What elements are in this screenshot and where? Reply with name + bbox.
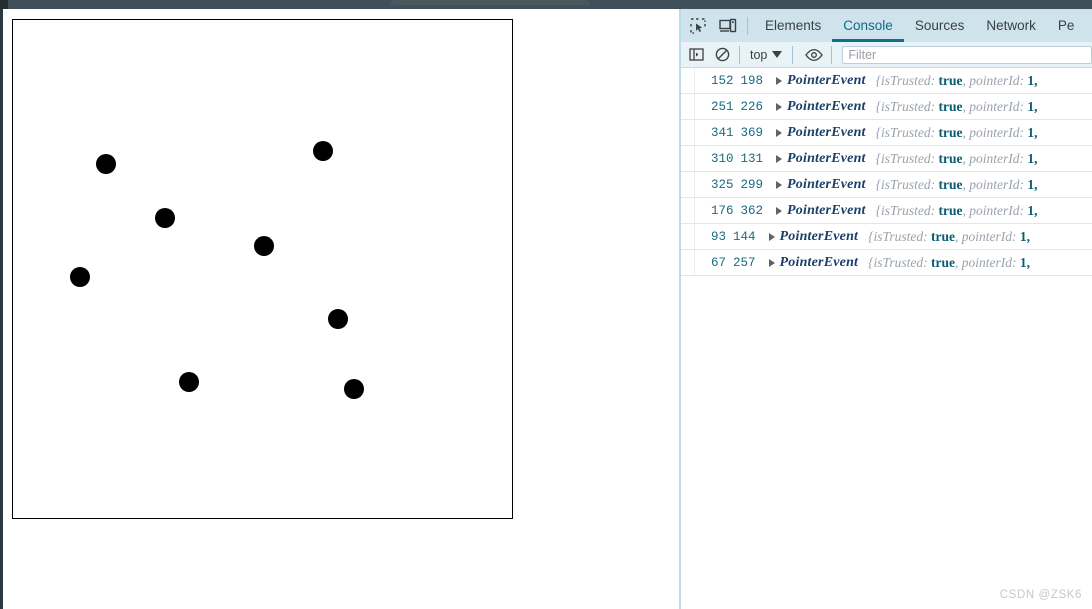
console-row-gutter — [681, 120, 695, 145]
log-y-value: 226 — [740, 99, 764, 114]
log-event-name: PointerEvent — [779, 228, 859, 244]
console-toolbar: top — [681, 42, 1092, 68]
log-y-value: 299 — [740, 177, 764, 192]
console-sidebar-icon[interactable] — [685, 44, 707, 66]
clear-console-icon[interactable] — [711, 44, 733, 66]
console-message-row[interactable]: 251 226 PointerEvent {isTrusted: true, poin… — [681, 94, 1092, 120]
toolbar-divider-3 — [792, 45, 794, 64]
log-x-value: 341 — [711, 125, 734, 140]
log-event-preview: {isTrusted: true, pointerId: 1, — [868, 228, 1030, 244]
toolbar-divider — [747, 16, 748, 35]
tab-network[interactable]: Network — [975, 9, 1047, 42]
console-message-list[interactable]: 152 198 PointerEvent {isTrusted: true, poin… — [681, 68, 1092, 609]
device-toolbar-icon[interactable] — [715, 13, 741, 39]
console-message-row[interactable]: 152 198 PointerEvent {isTrusted: true, poin… — [681, 68, 1092, 94]
tab-elements[interactable]: Elements — [754, 9, 832, 42]
canvas-dot — [179, 372, 199, 392]
log-x-value: 67 — [711, 255, 727, 270]
page-left-rail — [0, 9, 3, 609]
log-x-value: 251 — [711, 99, 734, 114]
log-event-name: PointerEvent — [787, 124, 866, 140]
log-event-preview: {isTrusted: true, pointerId: 1, — [868, 254, 1030, 270]
tab-sources[interactable]: Sources — [904, 9, 976, 42]
log-x-value: 152 — [711, 73, 734, 88]
log-y-value: 198 — [740, 73, 764, 88]
console-message-row[interactable]: 176 362 PointerEvent {isTrusted: true, poin… — [681, 198, 1092, 224]
disclosure-triangle-icon[interactable] — [768, 232, 775, 241]
web-page-viewport — [0, 9, 679, 609]
log-x-value: 176 — [711, 203, 734, 218]
watermark: CSDN @ZSK6 — [999, 589, 1082, 601]
toolbar-divider-4 — [831, 45, 833, 64]
log-event-name: PointerEvent — [779, 254, 859, 270]
console-row-gutter — [681, 224, 695, 249]
log-event-name: PointerEvent — [787, 202, 866, 218]
disclosure-triangle-icon[interactable] — [776, 128, 783, 137]
tab-console[interactable]: Console — [832, 9, 904, 42]
disclosure-triangle-icon[interactable] — [776, 102, 783, 111]
console-row-gutter — [681, 250, 695, 275]
log-event-name: PointerEvent — [787, 150, 866, 166]
log-y-value: 131 — [740, 151, 764, 166]
toolbar-divider-2 — [739, 45, 740, 64]
canvas-dot — [155, 208, 175, 228]
console-message-row[interactable]: 67 257 PointerEvent {isTrusted: true, point… — [681, 250, 1092, 276]
canvas-dot — [70, 267, 90, 287]
log-event-name: PointerEvent — [787, 98, 866, 114]
log-event-name: PointerEvent — [787, 72, 866, 88]
console-row-gutter — [681, 94, 695, 119]
canvas-dot — [254, 236, 274, 256]
canvas-dot — [96, 154, 116, 174]
browser-chrome-bar — [0, 0, 1092, 9]
console-message-row[interactable]: 93 144 PointerEvent {isTrusted: true, point… — [681, 224, 1092, 250]
log-event-preview: {isTrusted: true, pointerId: 1, — [875, 98, 1038, 114]
execution-context-selector[interactable]: top — [746, 48, 786, 62]
log-event-name: PointerEvent — [787, 176, 866, 192]
disclosure-triangle-icon[interactable] — [776, 206, 783, 215]
browser-tab-shape — [390, 0, 590, 5]
log-x-value: 325 — [711, 177, 734, 192]
console-row-gutter — [681, 68, 695, 93]
canvas-dot — [328, 309, 348, 329]
log-y-value: 257 — [733, 255, 756, 270]
console-message-row[interactable]: 325 299 PointerEvent {isTrusted: true, poin… — [681, 172, 1092, 198]
console-message-row[interactable]: 341 369 PointerEvent {isTrusted: true, poin… — [681, 120, 1092, 146]
live-expression-icon[interactable] — [803, 44, 825, 66]
log-event-preview: {isTrusted: true, pointerId: 1, — [875, 202, 1038, 218]
drawing-canvas[interactable] — [12, 19, 513, 519]
disclosure-triangle-icon[interactable] — [768, 258, 775, 267]
console-row-gutter — [681, 172, 695, 197]
screenshot-root: Elements Console Sources Network Pe top … — [0, 0, 1092, 609]
inspect-element-icon[interactable] — [685, 13, 711, 39]
log-y-value: 144 — [733, 229, 756, 244]
log-x-value: 310 — [711, 151, 734, 166]
log-y-value: 362 — [740, 203, 764, 218]
execution-context-label: top — [750, 47, 768, 62]
log-event-preview: {isTrusted: true, pointerId: 1, — [875, 124, 1038, 140]
tab-performance[interactable]: Pe — [1047, 9, 1086, 42]
devtools-tabbar: Elements Console Sources Network Pe — [681, 9, 1092, 42]
log-event-preview: {isTrusted: true, pointerId: 1, — [875, 176, 1038, 192]
canvas-dot — [344, 379, 364, 399]
log-y-value: 369 — [740, 125, 764, 140]
disclosure-triangle-icon[interactable] — [776, 76, 783, 85]
chevron-down-icon — [772, 51, 783, 58]
disclosure-triangle-icon[interactable] — [776, 180, 783, 189]
log-event-preview: {isTrusted: true, pointerId: 1, — [875, 150, 1038, 166]
console-row-gutter — [681, 198, 695, 223]
log-x-value: 93 — [711, 229, 727, 244]
disclosure-triangle-icon[interactable] — [776, 154, 783, 163]
log-event-preview: {isTrusted: true, pointerId: 1, — [875, 72, 1038, 88]
console-message-row[interactable]: 310 131 PointerEvent {isTrusted: true, poin… — [681, 146, 1092, 172]
console-row-gutter — [681, 146, 695, 171]
canvas-dot — [313, 141, 333, 161]
console-filter-input[interactable] — [842, 45, 1092, 64]
devtools-panel: Elements Console Sources Network Pe top … — [679, 9, 1092, 609]
